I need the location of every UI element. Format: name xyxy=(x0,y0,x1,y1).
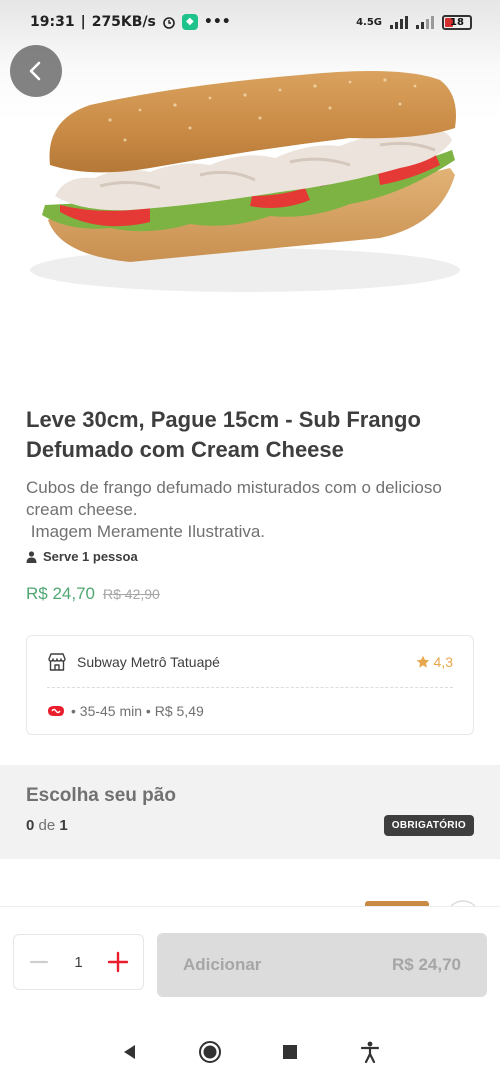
delivery-row: • 35-45 min • R$ 5,49 xyxy=(47,688,453,734)
store-rating: 4,3 xyxy=(416,654,453,670)
square-recents-icon xyxy=(283,1045,297,1059)
status-time: 19:31 xyxy=(30,14,75,30)
price: R$ 24,70 xyxy=(26,584,95,603)
count-of: de xyxy=(38,817,56,834)
bread-options-section: Escolha seu pão 0 de 1 OBRIGATÓRIO xyxy=(0,765,500,859)
back-button[interactable] xyxy=(10,45,62,97)
serves-info: Serve 1 pessoa xyxy=(26,549,474,564)
triangle-back-icon xyxy=(124,1045,135,1059)
more-notifications-icon: ••• xyxy=(203,14,231,30)
shield-app-icon: ◆ xyxy=(181,14,198,30)
network-type: 4.5G xyxy=(356,16,382,28)
quantity-stepper: 1 xyxy=(13,934,144,990)
serves-label: Serve 1 pessoa xyxy=(43,549,138,564)
rating-value: 4,3 xyxy=(433,653,453,670)
nav-back-button[interactable] xyxy=(115,1037,145,1067)
store-name-group: Subway Metrô Tatuapé xyxy=(47,652,220,671)
section-title: Escolha seu pão xyxy=(26,785,176,806)
product-title: Leve 30cm, Pague 15cm - Sub Frango Defum… xyxy=(26,407,421,462)
decrease-button[interactable] xyxy=(26,949,52,975)
description-text: Cubos de frango defumado misturados com … xyxy=(26,478,442,519)
required-badge: OBRIGATÓRIO xyxy=(383,815,474,836)
product-info: Leve 30cm, Pague 15cm - Sub Frango Defum… xyxy=(26,405,474,604)
section-subtitle: 0 de 1 OBRIGATÓRIO xyxy=(26,815,474,836)
product-description: Cubos de frango defumado misturados com … xyxy=(26,477,474,543)
add-button-price: R$ 24,70 xyxy=(392,955,461,974)
add-button[interactable]: Adicionar R$ 24,70 xyxy=(157,933,487,997)
person-icon xyxy=(26,550,37,563)
accessibility-button[interactable] xyxy=(355,1037,385,1067)
signal-2-icon xyxy=(416,15,434,29)
status-bar: 19:31 | 275KB/s ◆ ••• 4.5G 18 xyxy=(0,0,500,44)
nav-recents-button[interactable] xyxy=(275,1037,305,1067)
selected-count: 0 xyxy=(26,817,35,834)
product-image xyxy=(0,0,500,380)
add-button-label: Adicionar xyxy=(183,955,262,974)
delivery-info: • 35-45 min • R$ 5,49 xyxy=(71,703,204,719)
increase-button[interactable] xyxy=(105,949,131,975)
delivery-badge-icon xyxy=(48,706,64,716)
store-card[interactable]: Subway Metrô Tatuapé 4,3 • 35-45 min • R… xyxy=(26,635,474,735)
price-row: R$ 24,70 R$ 42,90 xyxy=(26,584,474,604)
store-row: Subway Metrô Tatuapé 4,3 xyxy=(47,636,453,688)
quantity-value: 1 xyxy=(74,953,83,971)
signal-icon xyxy=(390,15,408,29)
chevron-left-icon xyxy=(29,61,41,81)
nav-home-button[interactable] xyxy=(195,1037,225,1067)
star-icon xyxy=(416,655,429,668)
plus-icon xyxy=(107,951,129,973)
minus-icon xyxy=(29,960,49,964)
selection-count: 0 de 1 xyxy=(26,817,68,834)
option-item-peek[interactable] xyxy=(0,859,500,907)
accessibility-icon xyxy=(360,1041,380,1063)
disclaimer-text: Imagem Meramente Ilustrativa. xyxy=(26,522,266,541)
sandwich-illustration xyxy=(30,71,460,292)
circle-home-icon xyxy=(199,1041,221,1063)
store-name: Subway Metrô Tatuapé xyxy=(77,653,220,670)
status-speed: 275KB/s xyxy=(91,14,156,30)
add-to-cart-bar: 1 Adicionar R$ 24,70 xyxy=(0,906,500,1022)
total-count: 1 xyxy=(59,817,68,834)
old-price: R$ 42,90 xyxy=(103,586,160,602)
battery-icon: 18 xyxy=(442,14,472,30)
storefront-icon xyxy=(48,652,66,671)
system-nav-bar xyxy=(0,1022,500,1082)
alarm-icon xyxy=(163,17,175,29)
